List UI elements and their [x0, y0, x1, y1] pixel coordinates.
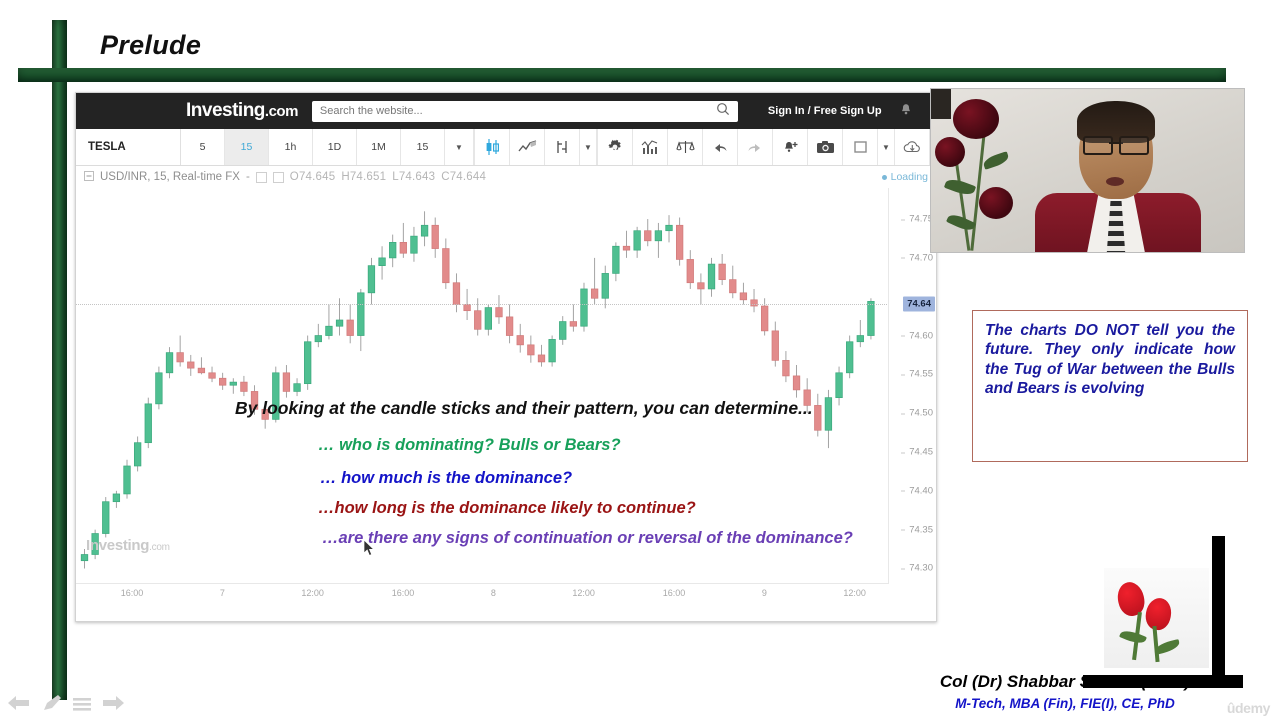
- legend-low: L74.643: [392, 171, 436, 183]
- green-vertical-bar: [52, 20, 67, 700]
- redo-icon[interactable]: [738, 129, 773, 165]
- timeframe-1h[interactable]: 1h: [269, 129, 313, 165]
- page-title: Prelude: [100, 30, 202, 60]
- undo-icon[interactable]: [703, 129, 738, 165]
- arrow-left-icon[interactable]: [8, 694, 30, 712]
- time-tick: 12:00: [301, 588, 324, 598]
- legend-dash: -: [245, 171, 250, 183]
- compare-scales-icon[interactable]: [668, 129, 703, 165]
- presenter-webcam: [930, 88, 1245, 253]
- watermark-main: Investing: [86, 537, 150, 554]
- time-tick: 12:00: [843, 588, 866, 598]
- timeframe-15[interactable]: 15: [225, 129, 269, 165]
- pen-icon[interactable]: [42, 694, 62, 712]
- site-header: Investing.com Search the website... Sign…: [76, 93, 936, 129]
- logo-suffix-text: .com: [264, 103, 299, 120]
- chart-legend: USD/INR, 15, Real-time FX - O74.645 H74.…: [76, 166, 936, 188]
- black-vertical-bar: [1212, 536, 1225, 688]
- chart-toolbar: TESLA 5 15 1h 1D 1M 15 ▼ ▼ ▼: [76, 129, 965, 166]
- timeframe-5[interactable]: 5: [181, 129, 225, 165]
- rose-flower-3-icon: [979, 187, 1013, 219]
- tulip-head-icon: [1114, 579, 1148, 619]
- bell-icon[interactable]: [900, 103, 912, 119]
- menu-icon[interactable]: [72, 696, 92, 712]
- price-tick: 74.70: [901, 252, 933, 263]
- watermark-suffix: .com: [149, 542, 170, 553]
- time-tick: 9: [761, 588, 767, 598]
- candlestick-chart-icon[interactable]: [475, 129, 510, 165]
- candlestick-series: [80, 211, 875, 569]
- time-tick: 16:00: [391, 588, 415, 598]
- chevron-down-icon[interactable]: ▼: [445, 129, 474, 165]
- udemy-watermark: ûdemy: [1226, 700, 1271, 716]
- investing-window: Investing.com Search the website... Sign…: [75, 92, 965, 622]
- price-axis[interactable]: 74.75 74.70 74.60 74.55 74.50 74.45 74.40 74.35…: [888, 188, 936, 584]
- search-placeholder: Search the website...: [319, 105, 423, 117]
- timeframe-1m[interactable]: 1M: [357, 129, 401, 165]
- mouse-cursor-icon: [363, 539, 376, 557]
- symbol-button[interactable]: TESLA: [76, 129, 181, 165]
- alert-bell-icon[interactable]: [773, 129, 808, 165]
- chart-watermark: Investing.com: [86, 537, 170, 554]
- collapse-icon[interactable]: [84, 170, 94, 184]
- price-tick: 74.50: [901, 408, 933, 419]
- quote-text: The charts DO NOT tell you the future. T…: [985, 322, 1235, 398]
- time-axis[interactable]: 16:00 7 12:00 16:00 8 12:00 16:00 9 12:00: [76, 583, 889, 606]
- presenter-mouth: [1106, 177, 1124, 186]
- price-tick: 74.45: [901, 447, 933, 458]
- loading-label: Loading: [890, 171, 928, 183]
- time-tick: 12:00: [572, 588, 595, 598]
- tulip-stem-2-icon: [1152, 625, 1160, 663]
- indicators-icon[interactable]: [633, 129, 668, 165]
- loading-dot-icon: [881, 174, 887, 180]
- legend-high: H74.651: [341, 171, 387, 183]
- candlestick-plot[interactable]: Investing.com: [76, 188, 889, 584]
- tulip-head-2-icon: [1143, 596, 1174, 632]
- legend-eye-icon[interactable]: [255, 171, 267, 183]
- time-tick: 16:00: [662, 588, 686, 598]
- slide-root: Prelude Investing.com Search the website…: [0, 0, 1280, 720]
- price-tick: 74.30: [901, 563, 933, 574]
- glasses-icon: [1083, 136, 1149, 155]
- layout-dropdown-icon[interactable]: ▼: [878, 129, 895, 165]
- price-tick: 74.35: [901, 524, 933, 535]
- rose-flower-2-icon: [935, 137, 965, 167]
- presenter-name: Col (Dr) Shabbar Shahid (Retd): [939, 672, 1191, 691]
- search-icon[interactable]: [716, 102, 730, 121]
- camera-icon[interactable]: [808, 129, 843, 165]
- arrow-right-icon[interactable]: [102, 694, 124, 712]
- layout-icon[interactable]: [843, 129, 878, 165]
- bar-style-icon[interactable]: [545, 129, 580, 165]
- chart-area[interactable]: Investing.com 74.75 74.70 74.60 74.55 74.50 7…: [76, 188, 936, 606]
- rose-flower-icon: [953, 99, 999, 139]
- sign-in-link[interactable]: Sign In / Free Sign Up: [768, 105, 882, 117]
- current-price-badge: 74.64: [903, 296, 935, 312]
- timeframe-custom[interactable]: 15: [401, 129, 445, 165]
- legend-symbol[interactable]: USD/INR, 15, Real-time FX: [100, 171, 240, 183]
- green-horizontal-bar: [18, 68, 1226, 82]
- status-badge: Loading: [881, 171, 928, 183]
- search-input[interactable]: Search the website...: [311, 100, 738, 122]
- investing-logo[interactable]: Investing.com: [186, 100, 298, 122]
- timeframe-1d[interactable]: 1D: [313, 129, 357, 165]
- presenter-degrees: M-Tech, MBA (Fin), FIE(I), CE, PhD: [955, 696, 1175, 711]
- line-chart-icon[interactable]: [510, 129, 545, 165]
- gear-icon[interactable]: [598, 129, 633, 165]
- time-tick: 8: [490, 588, 496, 598]
- price-tick: 74.60: [901, 330, 933, 341]
- cloud-download-icon[interactable]: [895, 129, 930, 165]
- legend-close: C74.644: [441, 171, 487, 183]
- quote-box: The charts DO NOT tell you the future. T…: [972, 310, 1248, 462]
- webcam-edge-strip: [931, 89, 951, 119]
- price-tick: 74.40: [901, 485, 933, 496]
- logo-main-text: Investing: [186, 100, 265, 121]
- chart-style-dropdown-icon[interactable]: ▼: [580, 129, 597, 165]
- legend-settings-icon[interactable]: [272, 171, 284, 183]
- price-line: [76, 304, 889, 306]
- legend-open: O74.645: [289, 171, 336, 183]
- time-tick: 7: [219, 588, 225, 598]
- tulips-image: [1104, 568, 1209, 668]
- time-tick: 16:00: [120, 588, 144, 598]
- price-tick: 74.55: [901, 369, 933, 380]
